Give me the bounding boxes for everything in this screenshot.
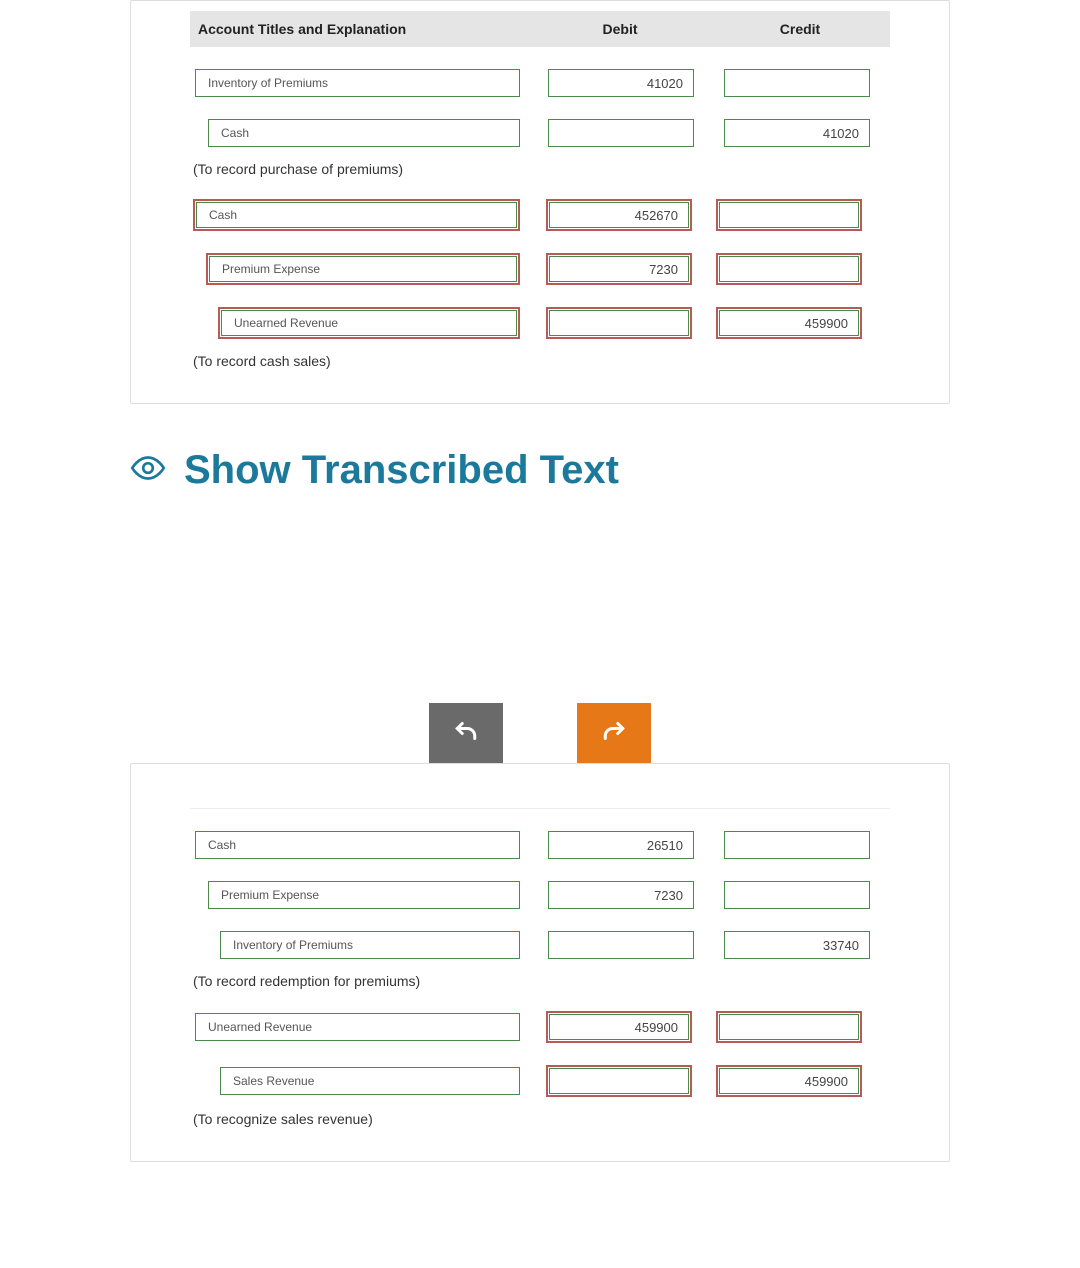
table-header: Account Titles and Explanation Debit Cre… [190, 11, 890, 47]
redo-button[interactable] [577, 703, 651, 763]
show-transcribed-label: Show Transcribed Text [184, 448, 619, 493]
credit-field-error[interactable]: 459900 [716, 1065, 862, 1097]
credit-field-error[interactable] [716, 253, 862, 285]
header-title: Account Titles and Explanation [190, 21, 530, 37]
journal-row: Unearned Revenue 459900 [190, 1011, 890, 1043]
journal-row: Premium Expense 7230 [190, 881, 890, 909]
journal-card-top: Account Titles and Explanation Debit Cre… [130, 0, 950, 404]
journal-row: Cash 26510 [190, 831, 890, 859]
credit-field[interactable]: 33740 [724, 931, 870, 959]
account-field[interactable]: Unearned Revenue [195, 1013, 520, 1041]
account-field-error[interactable]: Unearned Revenue [218, 307, 520, 339]
account-field[interactable]: Inventory of Premiums [220, 931, 520, 959]
explanation-text: (To record cash sales) [193, 353, 890, 369]
journal-row: Cash 41020 [190, 119, 890, 147]
account-field-error[interactable]: Cash [193, 199, 520, 231]
debit-field[interactable] [548, 931, 694, 959]
debit-field-error[interactable]: 459900 [546, 1011, 692, 1043]
divider [190, 808, 890, 809]
debit-field-error[interactable]: 7230 [546, 253, 692, 285]
credit-field-error[interactable]: 459900 [716, 307, 862, 339]
credit-field[interactable] [724, 881, 870, 909]
debit-field-error[interactable] [546, 307, 692, 339]
journal-card-bottom: Cash 26510 Premium Expense 7230 Inventor… [130, 763, 950, 1162]
show-transcribed-button[interactable]: Show Transcribed Text [130, 448, 950, 493]
debit-field-error[interactable]: 452670 [546, 199, 692, 231]
debit-field[interactable]: 7230 [548, 881, 694, 909]
account-field[interactable]: Cash [208, 119, 520, 147]
journal-row: Sales Revenue 459900 [190, 1065, 890, 1097]
credit-field[interactable] [724, 831, 870, 859]
redo-icon [599, 716, 629, 751]
account-field[interactable]: Premium Expense [208, 881, 520, 909]
journal-row: Cash 452670 [190, 199, 890, 231]
credit-field[interactable] [724, 69, 870, 97]
journal-row: Unearned Revenue 459900 [190, 307, 890, 339]
nav-button-row [130, 703, 950, 763]
explanation-text: (To record redemption for premiums) [193, 973, 890, 989]
explanation-text: (To record purchase of premiums) [193, 161, 890, 177]
journal-row: Inventory of Premiums 33740 [190, 931, 890, 959]
debit-field[interactable]: 41020 [548, 69, 694, 97]
journal-row: Premium Expense 7230 [190, 253, 890, 285]
account-field[interactable]: Inventory of Premiums [195, 69, 520, 97]
credit-field[interactable]: 41020 [724, 119, 870, 147]
debit-field[interactable] [548, 119, 694, 147]
account-field-error[interactable]: Premium Expense [206, 253, 520, 285]
header-debit: Debit [530, 21, 710, 37]
explanation-text: (To recognize sales revenue) [193, 1111, 890, 1127]
header-credit: Credit [710, 21, 890, 37]
undo-icon [451, 716, 481, 751]
credit-field-error[interactable] [716, 1011, 862, 1043]
undo-button[interactable] [429, 703, 503, 763]
debit-field[interactable]: 26510 [548, 831, 694, 859]
eye-icon [130, 450, 166, 491]
account-field[interactable]: Sales Revenue [220, 1067, 520, 1095]
debit-field-error[interactable] [546, 1065, 692, 1097]
journal-row: Inventory of Premiums 41020 [190, 69, 890, 97]
account-field[interactable]: Cash [195, 831, 520, 859]
credit-field-error[interactable] [716, 199, 862, 231]
